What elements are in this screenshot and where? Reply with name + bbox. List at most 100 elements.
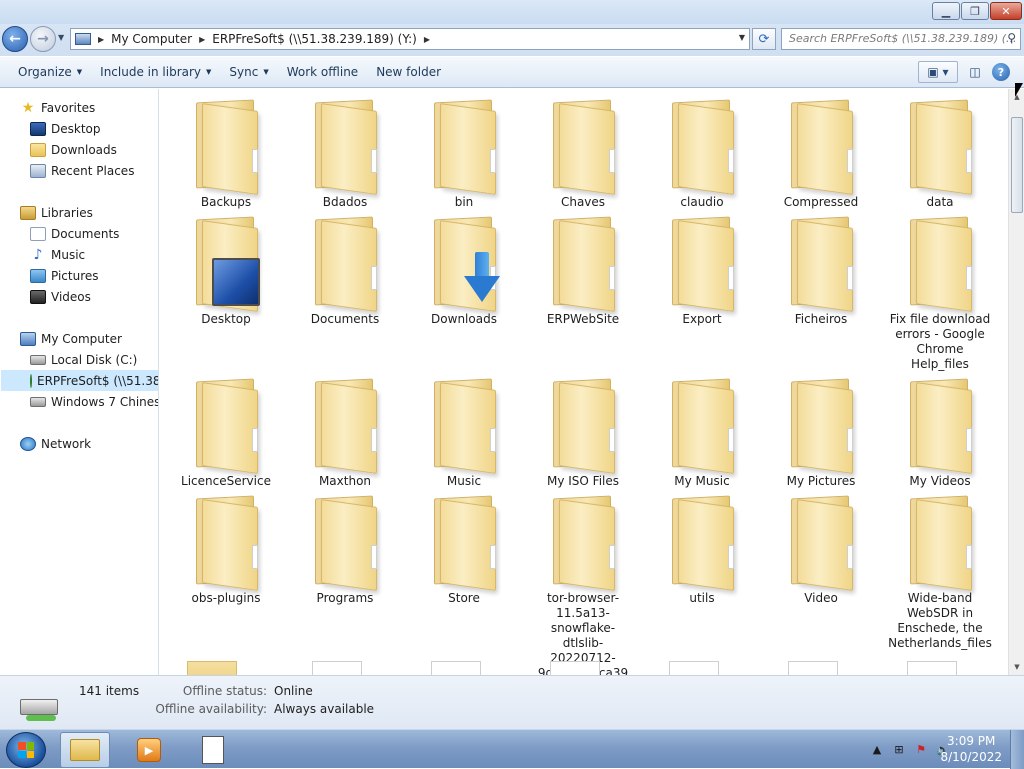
nav-item-windows7-chinese[interactable]: Windows 7 Chinese <box>0 391 158 412</box>
folder-item[interactable]: Backups <box>167 93 285 209</box>
forward-button[interactable]: → <box>30 26 56 52</box>
back-button[interactable]: ← <box>2 26 28 52</box>
folder-item[interactable]: utils <box>643 489 761 605</box>
folder-item[interactable]: Maxthon <box>286 372 404 488</box>
show-hidden-icons-icon[interactable]: ▲ <box>870 742 884 756</box>
folder-item[interactable]: My Music <box>643 372 761 488</box>
folder-item[interactable]: Chaves <box>524 93 642 209</box>
folder-name: Video <box>804 591 838 605</box>
explorer-icon <box>70 739 100 761</box>
file-icon[interactable] <box>788 661 838 675</box>
folder-item[interactable]: Desktop <box>167 210 285 326</box>
folder-item[interactable]: Video <box>762 489 880 605</box>
folder-name: Music <box>446 474 482 488</box>
nav-libraries[interactable]: Libraries <box>0 202 93 223</box>
sync-button[interactable]: Sync ▼ <box>220 65 277 79</box>
show-desktop-button[interactable] <box>1010 730 1024 769</box>
folder-icon <box>313 495 377 591</box>
folder-item[interactable]: data <box>881 93 999 209</box>
drive-icon <box>30 396 46 407</box>
include-in-library-button[interactable]: Include in library ▼ <box>91 65 220 79</box>
refresh-icon: ⟳ <box>758 31 770 47</box>
folder-item[interactable]: Music <box>405 372 523 488</box>
vertical-scrollbar[interactable]: ▲ ▼ <box>1008 89 1024 675</box>
folder-item[interactable]: My Pictures <box>762 372 880 488</box>
folder-item[interactable]: Wide-band WebSDR in Enschede, the Nether… <box>881 489 999 650</box>
nav-item-local-disk[interactable]: Local Disk (C:) <box>0 349 137 370</box>
taskbar-app[interactable] <box>188 732 238 768</box>
folder-item[interactable]: obs-plugins <box>167 489 285 605</box>
file-icon[interactable] <box>907 661 957 675</box>
nav-favorites[interactable]: ★ Favorites <box>0 97 96 118</box>
chevron-right-icon[interactable]: ▶ <box>98 35 104 44</box>
folder-item[interactable]: ERPWebSite <box>524 210 642 326</box>
taskbar-media-player[interactable]: ▶ <box>124 732 174 768</box>
recent-pages-dropdown[interactable]: ▼ <box>58 33 64 42</box>
folder-item[interactable]: bin <box>405 93 523 209</box>
breadcrumb-item-my-computer[interactable]: My Computer <box>111 32 192 46</box>
folder-item[interactable]: Documents <box>286 210 404 326</box>
breadcrumb-item-current[interactable]: ERPFreSoft$ (\\51.38.239.189) (Y:) <box>212 32 417 46</box>
offline-status-value: Online <box>274 684 313 698</box>
address-bar[interactable]: ▶ My Computer ▶ ERPFreSoft$ (\\51.38.239… <box>70 28 750 50</box>
folder-item[interactable]: My ISO Files <box>524 372 642 488</box>
maximize-button[interactable]: ❐ <box>961 2 989 20</box>
address-row: ← → ▼ ▶ My Computer ▶ ERPFreSoft$ (\\51.… <box>0 24 1024 56</box>
chevron-down-icon: ▼ <box>206 68 212 76</box>
chevron-right-icon[interactable]: ▶ <box>199 35 205 44</box>
file-icon[interactable] <box>669 661 719 675</box>
nav-item-pictures[interactable]: Pictures <box>0 265 99 286</box>
folder-icon <box>194 99 258 195</box>
start-button[interactable] <box>6 732 46 768</box>
file-icon[interactable] <box>550 661 600 675</box>
organize-button[interactable]: Organize ▼ <box>0 65 91 79</box>
chevron-right-icon[interactable]: ▶ <box>424 35 430 44</box>
work-offline-button[interactable]: Work offline <box>278 65 367 79</box>
help-icon[interactable]: ? <box>992 63 1010 81</box>
nav-item-network-drive[interactable]: ERPFreSoft$ (\\51.38.239.189) (Y:) <box>1 370 158 391</box>
preview-pane-button[interactable]: ◫ <box>962 61 988 83</box>
folder-item[interactable]: My Videos <box>881 372 999 488</box>
network-status-icon[interactable]: ⊞ <box>892 742 906 756</box>
folder-item[interactable]: tor-browser-11.5a13-snowflake-dtlslib-20… <box>524 489 642 675</box>
clock[interactable]: 3:09 PM 8/10/2022 <box>940 733 1002 765</box>
folder-item[interactable]: Export <box>643 210 761 326</box>
nav-item-videos[interactable]: Videos <box>0 286 91 307</box>
folder-item[interactable]: LicenceService <box>167 372 285 488</box>
folder-item[interactable]: Store <box>405 489 523 605</box>
new-folder-button[interactable]: New folder <box>367 65 450 79</box>
minimize-button[interactable]: ▁ <box>932 2 960 20</box>
folder-item[interactable]: Fix file download errors - Google Chrome… <box>881 210 999 371</box>
nav-my-computer[interactable]: My Computer <box>0 328 122 349</box>
refresh-button[interactable]: ⟳ <box>752 28 776 50</box>
folder-icon[interactable] <box>187 661 237 675</box>
action-center-flag-icon[interactable]: ⚑ <box>914 742 928 756</box>
libraries-icon <box>20 205 36 220</box>
change-view-button[interactable]: ▣ ▾ <box>918 61 958 83</box>
nav-item-recent-places[interactable]: Recent Places <box>0 160 134 181</box>
nav-item-music[interactable]: ♪ Music <box>0 244 86 265</box>
file-icon[interactable] <box>431 661 481 675</box>
search-input[interactable]: Search ERPFreSoft$ (\\51.38.239.189) (..… <box>781 28 1021 50</box>
folder-item[interactable]: claudio <box>643 93 761 209</box>
folder-item[interactable]: Bdados <box>286 93 404 209</box>
taskbar-explorer[interactable] <box>60 732 110 768</box>
hard-drive-icon <box>30 354 46 365</box>
close-button[interactable]: ✕ <box>990 2 1022 20</box>
network-icon <box>20 436 36 451</box>
scroll-thumb[interactable] <box>1011 117 1023 213</box>
search-icon[interactable]: ⚲ <box>1007 31 1016 45</box>
folder-item[interactable]: Ficheiros <box>762 210 880 326</box>
file-icon[interactable] <box>312 661 362 675</box>
nav-item-documents[interactable]: Documents <box>0 223 119 244</box>
folder-item[interactable]: Compressed <box>762 93 880 209</box>
folder-name: My ISO Files <box>546 474 620 488</box>
nav-network[interactable]: Network <box>0 433 91 454</box>
nav-item-downloads[interactable]: Downloads <box>0 139 117 160</box>
nav-item-desktop[interactable]: Desktop <box>0 118 101 139</box>
folder-item[interactable]: Programs <box>286 489 404 605</box>
scroll-down-arrow-icon[interactable]: ▼ <box>1009 659 1024 675</box>
address-history-dropdown[interactable]: ▼ <box>739 33 745 42</box>
folder-item[interactable]: Downloads <box>405 210 523 326</box>
folder-icon <box>313 216 377 312</box>
